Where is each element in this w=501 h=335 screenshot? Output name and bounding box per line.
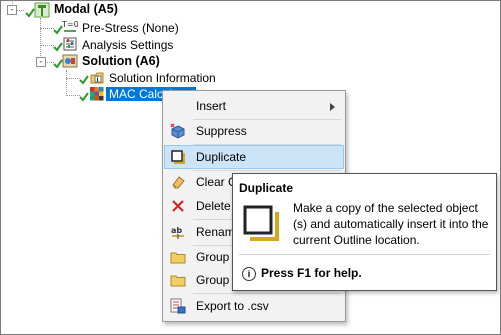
menu-item-label: Export to .csv	[196, 299, 269, 313]
tree-item-solution[interactable]: Solution (A6)	[82, 54, 160, 68]
duplicate-icon	[171, 150, 185, 164]
tree-line	[40, 18, 41, 62]
solution-expander[interactable]: -	[36, 57, 46, 67]
tree-item-solution-information[interactable]: Solution Information	[109, 71, 216, 85]
delete-icon	[172, 200, 184, 212]
export-csv-icon	[170, 298, 186, 314]
prestress-icon: T=0	[62, 20, 78, 32]
tree-line	[16, 10, 24, 11]
solution-information-icon: i	[90, 72, 104, 84]
tree-line	[66, 70, 67, 96]
check-icon	[79, 75, 89, 85]
menu-item-insert[interactable]: Insert	[165, 95, 343, 117]
tree-line	[66, 78, 80, 79]
menu-separator	[193, 293, 341, 294]
tree-item-modal[interactable]: Modal (A5)	[54, 2, 118, 16]
tooltip-help-text: Press F1 for help.	[261, 266, 362, 280]
tree-line	[40, 45, 54, 46]
tree-line	[66, 95, 80, 96]
tooltip-title: Duplicate	[239, 181, 294, 195]
tooltip: Duplicate Make a copy of the selected ob…	[232, 173, 497, 291]
duplicate-large-icon	[243, 205, 279, 241]
tooltip-separator	[239, 254, 490, 255]
menu-item-suppress[interactable]: Suppress	[165, 120, 343, 142]
svg-text:ab: ab	[171, 226, 182, 235]
menu-item-label: Group	[196, 273, 230, 287]
menu-item-export-csv[interactable]: Export to .csv	[165, 295, 343, 317]
menu-item-label: Suppress	[196, 124, 247, 138]
menu-item-duplicate[interactable]: Duplicate	[164, 145, 344, 169]
menu-item-label: Renam	[196, 225, 235, 239]
menu-item-label: Delete	[196, 199, 231, 213]
svg-text:T=0: T=0	[62, 20, 78, 29]
modal-expander[interactable]: -	[7, 5, 17, 15]
check-icon	[79, 92, 89, 102]
menu-item-label: Duplicate	[196, 150, 247, 164]
menu-item-label: Insert	[196, 99, 227, 113]
tooltip-body: Make a copy of the selected object (s) a…	[293, 201, 489, 247]
mac-calculator-icon	[90, 87, 104, 101]
suppress-icon	[170, 123, 185, 139]
tree-item-prestress[interactable]: Pre-Stress (None)	[82, 21, 179, 35]
submenu-arrow-icon	[330, 103, 335, 111]
folder-icon	[170, 252, 186, 264]
menu-separator	[193, 144, 341, 145]
solution-icon	[62, 54, 78, 68]
eraser-icon	[172, 176, 185, 189]
tree-line	[40, 28, 54, 29]
info-icon: i	[242, 267, 256, 281]
folder-icon	[170, 275, 186, 287]
analysis-settings-icon	[63, 37, 77, 51]
modal-analysis-icon	[34, 2, 50, 18]
menu-item-label: Group	[196, 250, 230, 264]
tree-item-analysis-settings[interactable]: Analysis Settings	[82, 38, 173, 52]
svg-text:i: i	[97, 77, 99, 84]
rename-icon: ab	[171, 226, 184, 239]
